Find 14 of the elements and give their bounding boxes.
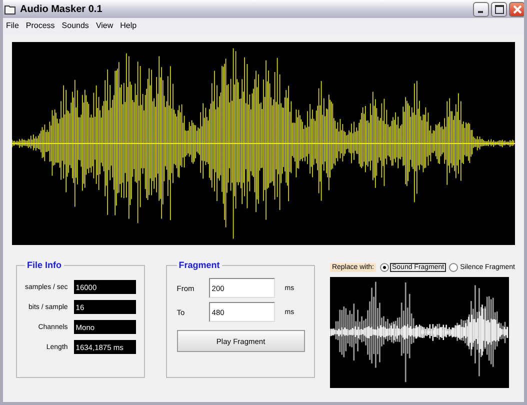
close-icon: [512, 4, 522, 14]
maximize-button[interactable]: [491, 2, 507, 16]
menu-item[interactable]: View: [96, 21, 114, 31]
close-button[interactable]: [509, 2, 524, 16]
menu-item[interactable]: Process: [26, 21, 55, 31]
window-icon: [4, 4, 16, 14]
group-title: Fragment: [178, 260, 221, 270]
maximize-icon: [494, 4, 504, 14]
window-title: Audio Masker 0.1: [20, 4, 104, 14]
minimize-button[interactable]: [473, 2, 489, 16]
group-title: File Info: [26, 260, 62, 270]
menu-item[interactable]: Help: [120, 21, 137, 31]
menu-item[interactable]: File: [6, 21, 19, 31]
menu-item[interactable]: Sounds: [62, 21, 89, 31]
